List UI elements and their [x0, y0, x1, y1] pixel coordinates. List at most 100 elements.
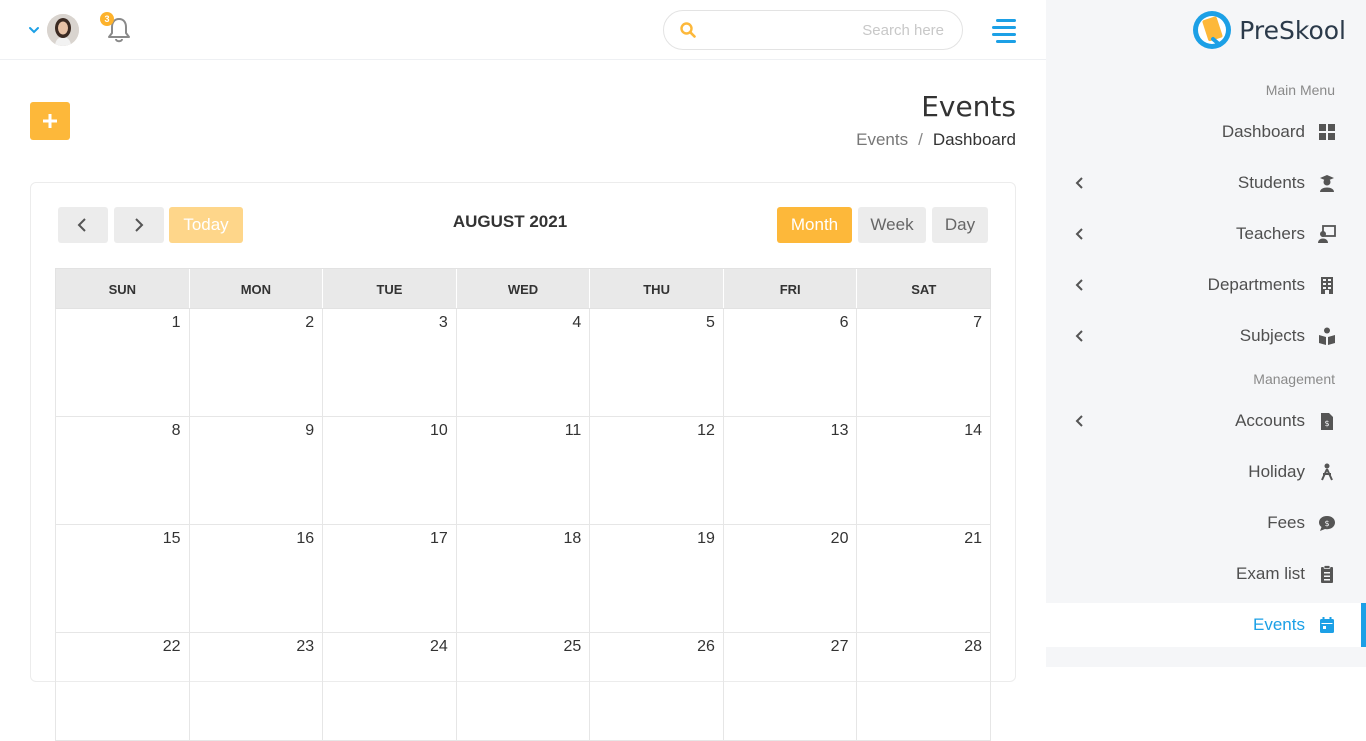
page-title: Events: [921, 90, 1016, 123]
calendar-day-cell[interactable]: 17: [323, 525, 457, 633]
menu-heading-main: Main Menu: [1265, 82, 1335, 98]
sidebar-item-label: Holiday: [1248, 462, 1305, 481]
calendar-day-cell[interactable]: 21: [857, 525, 992, 633]
teacher-icon: [1318, 225, 1336, 243]
day-view-button[interactable]: Day: [932, 207, 988, 243]
brand-logo[interactable]: PreSkool: [1191, 8, 1346, 52]
chevron-left-icon: [1075, 228, 1083, 240]
search-input[interactable]: [710, 19, 944, 41]
calendar-day-cell[interactable]: 24: [323, 633, 457, 741]
sidebar-item-departments[interactable]: Departments: [1046, 263, 1366, 307]
chevron-down-icon[interactable]: [27, 23, 41, 37]
calendar-day-cell[interactable]: 20: [723, 525, 858, 633]
invoice-file-icon: $: [1321, 413, 1333, 430]
sidebar-item-fees[interactable]: Fees $: [1046, 501, 1366, 545]
chevron-left-icon: [77, 218, 86, 232]
sidebar-item-exam-list[interactable]: Exam list: [1046, 552, 1366, 596]
user-avatar[interactable]: [47, 14, 79, 46]
calendar-day-cell[interactable]: 15: [56, 525, 190, 633]
calendar-icon: [1320, 617, 1334, 633]
calendar-day-cell[interactable]: 5: [590, 309, 724, 417]
breadcrumb-link-events[interactable]: Events: [856, 130, 908, 150]
calendar-day-cell[interactable]: 28: [857, 633, 992, 741]
calendar-day-cell[interactable]: 25: [456, 633, 591, 741]
search-icon[interactable]: [680, 22, 696, 38]
sidebar-item-label: Subjects: [1239, 326, 1305, 345]
calendar-title: AUGUST 2021: [452, 212, 568, 231]
sidebar-item-subjects[interactable]: Subjects: [1046, 314, 1366, 358]
weekday-label: SUN: [56, 269, 190, 308]
sidebar-item-label: Dashboard: [1221, 122, 1305, 141]
calendar-day-cell[interactable]: 3: [323, 309, 457, 417]
next-month-button[interactable]: [114, 207, 164, 243]
weekday-label: THU: [590, 269, 724, 308]
sidebar-item-holiday[interactable]: Holiday: [1046, 450, 1366, 494]
top-header: 3: [0, 0, 1046, 60]
chevron-right-icon: [135, 218, 144, 232]
comment-dollar-icon: $: [1319, 516, 1335, 531]
chevron-left-icon: [1075, 177, 1083, 189]
weekday-label: WED: [457, 269, 591, 308]
today-button[interactable]: Today: [169, 207, 243, 243]
calendar-day-cell[interactable]: 2: [189, 309, 324, 417]
calendar-day-cell[interactable]: 8: [56, 417, 190, 525]
week-view-button[interactable]: Week: [858, 207, 926, 243]
calendar-week-row: 15 16 17 18 19 20 21: [55, 525, 992, 633]
weekday-label: FRI: [724, 269, 858, 308]
chevron-left-icon: [1075, 415, 1083, 427]
breadcrumb-separator: /: [918, 130, 923, 149]
breadcrumb-current: Dashboard: [932, 130, 1016, 149]
sidebar-item-events[interactable]: Events: [1046, 603, 1366, 647]
sidebar-item-label: Teachers: [1236, 224, 1305, 243]
sidebar-item-label: Fees: [1267, 513, 1305, 532]
student-icon: [1320, 175, 1334, 192]
sidebar-item-accounts[interactable]: Accounts $: [1046, 399, 1366, 443]
calendar-day-cell[interactable]: 6: [723, 309, 858, 417]
sidebar-item-teachers[interactable]: Teachers: [1046, 212, 1366, 256]
breadcrumb: Events / Dashboard: [856, 130, 1016, 150]
calendar-day-cell[interactable]: 7: [857, 309, 992, 417]
svg-text:$: $: [1324, 419, 1329, 428]
weekday-header: SUN MON TUE WED THU FRI SAT: [55, 268, 991, 309]
calendar-day-cell[interactable]: 27: [723, 633, 858, 741]
menu-toggle-icon[interactable]: [990, 17, 1018, 43]
calendar-day-cell[interactable]: 10: [323, 417, 457, 525]
calendar-day-cell[interactable]: 1: [56, 309, 190, 417]
calendar-day-cell[interactable]: 16: [189, 525, 324, 633]
month-view-button[interactable]: Month: [777, 207, 852, 243]
logo-icon: [1193, 11, 1232, 49]
calendar-week-row: 22 23 24 25 26 27 28: [55, 633, 992, 741]
sidebar-item-label: Events: [1253, 615, 1305, 634]
sidebar-item-label: Students: [1237, 173, 1305, 192]
building-icon: [1321, 277, 1333, 294]
calendar-day-cell[interactable]: 23: [189, 633, 324, 741]
calendar-day-cell[interactable]: 13: [723, 417, 858, 525]
calendar-day-cell[interactable]: 11: [456, 417, 591, 525]
calendar-day-cell[interactable]: 26: [590, 633, 724, 741]
calendar-day-cell[interactable]: 22: [56, 633, 190, 741]
sidebar-item-dashboard[interactable]: Dashboard: [1046, 110, 1366, 154]
calendar-day-cell[interactable]: 18: [456, 525, 591, 633]
calendar-week-row: 8 9 10 11 12 13 14: [55, 417, 992, 525]
clipboard-list-icon: [1321, 565, 1333, 583]
sidebar-item-students[interactable]: Students: [1046, 161, 1366, 205]
calendar-day-cell[interactable]: 14: [857, 417, 992, 525]
calendar-day-cell[interactable]: 4: [456, 309, 591, 417]
add-event-button[interactable]: [30, 102, 70, 140]
weekday-label: TUE: [323, 269, 457, 308]
chevron-left-icon: [1075, 279, 1083, 291]
calendar-week-row: 1 2 3 4 5 6 7: [55, 309, 992, 417]
prev-month-button[interactable]: [58, 207, 108, 243]
dashboard-icon: [1319, 124, 1335, 140]
brand-name: PreSkool: [1239, 15, 1346, 45]
weekday-label: MON: [190, 269, 324, 308]
calendar-grid: SUN MON TUE WED THU FRI SAT 1 2 3 4 5 6 …: [55, 268, 992, 741]
sidebar-item-label: Departments: [1207, 275, 1305, 294]
calendar-day-cell[interactable]: 19: [590, 525, 724, 633]
sidebar-item-label: Exam list: [1236, 564, 1305, 583]
svg-text:$: $: [1324, 519, 1329, 528]
calendar-day-cell[interactable]: 12: [590, 417, 724, 525]
chevron-left-icon: [1075, 330, 1083, 342]
sidebar-item-label: Accounts: [1235, 411, 1305, 430]
calendar-day-cell[interactable]: 9: [189, 417, 324, 525]
